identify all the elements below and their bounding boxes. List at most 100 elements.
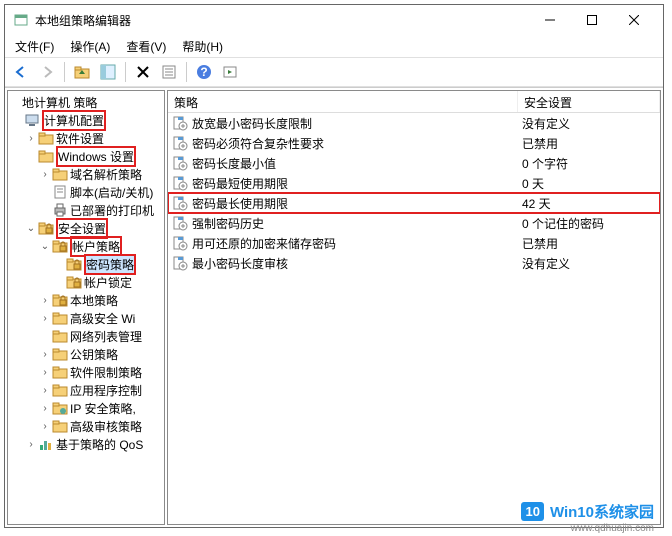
policy-icon: [172, 115, 188, 131]
tree-item-label: 软件限制策略: [70, 364, 142, 381]
expand-icon[interactable]: ›: [38, 385, 52, 396]
toolbar: ?: [5, 57, 663, 87]
folder-icon: [52, 310, 68, 326]
properties-button[interactable]: [157, 60, 181, 84]
policy-row[interactable]: 密码长度最小值0 个字符: [168, 153, 660, 173]
policy-icon: [172, 175, 188, 191]
up-button[interactable]: [70, 60, 94, 84]
tree-item[interactable]: 已部署的打印机: [8, 201, 164, 219]
tree-item[interactable]: 帐户锁定: [8, 273, 164, 291]
policy-name: 放宽最小密码长度限制: [192, 115, 312, 132]
col-setting[interactable]: 安全设置: [518, 91, 660, 112]
policy-cell: 强制密码历史: [168, 215, 518, 232]
tree-item[interactable]: › 软件设置: [8, 129, 164, 147]
expand-icon[interactable]: ›: [38, 169, 52, 180]
policy-cell: 放宽最小密码长度限制: [168, 115, 518, 132]
policy-icon: [172, 235, 188, 251]
tree-item[interactable]: ⌄帐户策略: [8, 237, 164, 255]
expand-icon[interactable]: ›: [38, 313, 52, 324]
policy-name: 密码最短使用期限: [192, 175, 288, 192]
tree-item-label: 本地策略: [70, 292, 118, 309]
tree-item[interactable]: ›应用程序控制: [8, 381, 164, 399]
folder-icon: [38, 130, 54, 146]
titlebar: 本地组策略编辑器: [5, 5, 663, 35]
setting-cell: 没有定义: [518, 255, 660, 272]
expand-icon[interactable]: ›: [38, 403, 52, 414]
expand-icon[interactable]: ›: [24, 133, 38, 144]
tree-item[interactable]: › 基于策略的 QoS: [8, 435, 164, 453]
menu-file[interactable]: 文件(F): [9, 36, 60, 57]
tree-item-label: 计算机配置: [42, 110, 106, 131]
expand-icon[interactable]: ⌄: [38, 241, 52, 252]
menu-view[interactable]: 查看(V): [120, 36, 172, 57]
tree-item-label: 高级审核策略: [70, 418, 142, 435]
script-icon: [52, 184, 68, 200]
tree-item[interactable]: ›公钥策略: [8, 345, 164, 363]
menu-help[interactable]: 帮助(H): [176, 36, 229, 57]
expand-icon[interactable]: ›: [38, 295, 52, 306]
show-hide-tree-button[interactable]: [96, 60, 120, 84]
policy-row[interactable]: 密码最长使用期限 42 天: [168, 193, 660, 213]
tree-item[interactable]: ⌄安全设置: [8, 219, 164, 237]
menu-action[interactable]: 操作(A): [64, 36, 116, 57]
setting-cell: 已禁用: [518, 135, 660, 152]
policy-name: 密码最长使用期限: [192, 195, 288, 212]
folder-icon: [52, 166, 68, 182]
folder-icon: [52, 382, 68, 398]
minimize-button[interactable]: [529, 6, 571, 34]
setting-cell: 0 个记住的密码: [518, 215, 660, 232]
forward-button[interactable]: [35, 60, 59, 84]
tree-item[interactable]: › 高级审核策略: [8, 417, 164, 435]
expand-icon[interactable]: ›: [38, 349, 52, 360]
close-button[interactable]: [613, 6, 655, 34]
policy-row[interactable]: 强制密码历史 0 个记住的密码: [168, 213, 660, 233]
list-pane[interactable]: 策略 安全设置 放宽最小密码长度限制没有定义密码必须符合复杂性要求已禁用密码长度…: [167, 90, 661, 525]
policy-row[interactable]: 最小密码长度审核没有定义: [168, 253, 660, 273]
folder-sec-icon: [38, 220, 54, 236]
tree-item[interactable]: › 软件限制策略: [8, 363, 164, 381]
tree-item[interactable]: ›高级安全 Wi: [8, 309, 164, 327]
expand-icon[interactable]: ›: [24, 439, 38, 450]
policy-name: 强制密码历史: [192, 215, 264, 232]
tree-item[interactable]: 脚本(启动/关机): [8, 183, 164, 201]
help-button[interactable]: ?: [192, 60, 216, 84]
setting-cell: 0 个字符: [518, 155, 660, 172]
tree-pane[interactable]: 地计算机 策略计算机配置 › 软件设置Windows 设置›域名解析策略脚本(启动/…: [7, 90, 165, 525]
folder-ip-icon: [52, 400, 68, 416]
tree-item-label: 软件设置: [56, 130, 104, 147]
policy-cell: 用可还原的加密来储存密码: [168, 235, 518, 252]
policy-icon: [172, 195, 188, 211]
svg-text:?: ?: [200, 65, 207, 79]
policy-row[interactable]: 密码最短使用期限 0 天: [168, 173, 660, 193]
policy-row[interactable]: 密码必须符合复杂性要求已禁用: [168, 133, 660, 153]
list-body: 放宽最小密码长度限制没有定义密码必须符合复杂性要求已禁用密码长度最小值0 个字符…: [168, 113, 660, 524]
folder-sec-icon: [52, 238, 68, 254]
tree-item[interactable]: › 本地策略: [8, 291, 164, 309]
expand-icon[interactable]: ⌄: [24, 223, 38, 234]
watermark-text: Win10系统家园: [550, 501, 654, 522]
policy-row[interactable]: 用可还原的加密来储存密码已禁用: [168, 233, 660, 253]
tree-item[interactable]: 网络列表管理: [8, 327, 164, 345]
expand-icon[interactable]: ›: [38, 421, 52, 432]
extra-button[interactable]: [218, 60, 242, 84]
setting-cell: 42 天: [518, 195, 660, 212]
tree-item-label: IP 安全策略,: [70, 400, 136, 417]
tree-item[interactable]: Windows 设置: [8, 147, 164, 165]
tree-item[interactable]: 计算机配置: [8, 111, 164, 129]
tree-root[interactable]: 地计算机 策略: [8, 93, 164, 111]
setting-cell: 0 天: [518, 175, 660, 192]
window-title: 本地组策略编辑器: [35, 12, 529, 29]
policy-row[interactable]: 放宽最小密码长度限制没有定义: [168, 113, 660, 133]
folder-icon: [52, 346, 68, 362]
delete-button[interactable]: [131, 60, 155, 84]
tree-item[interactable]: › IP 安全策略,: [8, 399, 164, 417]
maximize-button[interactable]: [571, 6, 613, 34]
tree-item[interactable]: 密码策略: [8, 255, 164, 273]
col-policy[interactable]: 策略: [168, 91, 518, 112]
folder-icon: [38, 148, 54, 164]
tree-item[interactable]: ›域名解析策略: [8, 165, 164, 183]
back-button[interactable]: [9, 60, 33, 84]
list-header: 策略 安全设置: [168, 91, 660, 113]
tree-item-label: 基于策略的 QoS: [56, 436, 143, 453]
expand-icon[interactable]: ›: [38, 367, 52, 378]
